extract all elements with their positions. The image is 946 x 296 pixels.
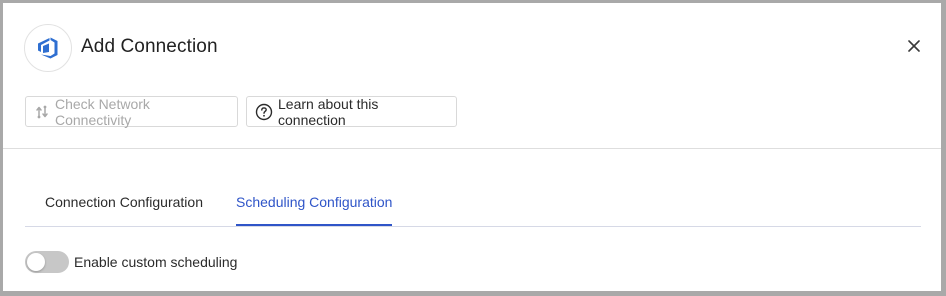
dialog-header: Add Connection <box>3 3 941 93</box>
network-connectivity-icon <box>34 104 50 120</box>
configuration-tabs: Connection Configuration Scheduling Conf… <box>25 183 921 227</box>
close-icon[interactable] <box>905 37 923 55</box>
check-network-connectivity-button[interactable]: Check Network Connectivity <box>25 95 238 128</box>
learn-about-connection-button[interactable]: Learn about this connection <box>246 95 457 128</box>
tab-scheduling-configuration[interactable]: Scheduling Configuration <box>236 183 393 226</box>
enable-custom-scheduling-toggle[interactable] <box>25 251 69 273</box>
check-network-label: Check Network Connectivity <box>55 95 150 128</box>
help-circle-icon <box>255 103 273 121</box>
azure-devops-logo-icon <box>24 24 72 72</box>
tab-connection-configuration[interactable]: Connection Configuration <box>45 183 203 226</box>
enable-custom-scheduling-label: Enable custom scheduling <box>74 254 238 270</box>
header-divider <box>3 148 941 149</box>
dialog-title: Add Connection <box>81 36 218 57</box>
custom-scheduling-row: Enable custom scheduling <box>25 250 237 274</box>
toggle-knob <box>27 253 45 271</box>
add-connection-dialog: Add Connection Check Network Connectivit… <box>3 3 941 291</box>
learn-about-connection-label: Learn about this connection <box>278 95 379 128</box>
